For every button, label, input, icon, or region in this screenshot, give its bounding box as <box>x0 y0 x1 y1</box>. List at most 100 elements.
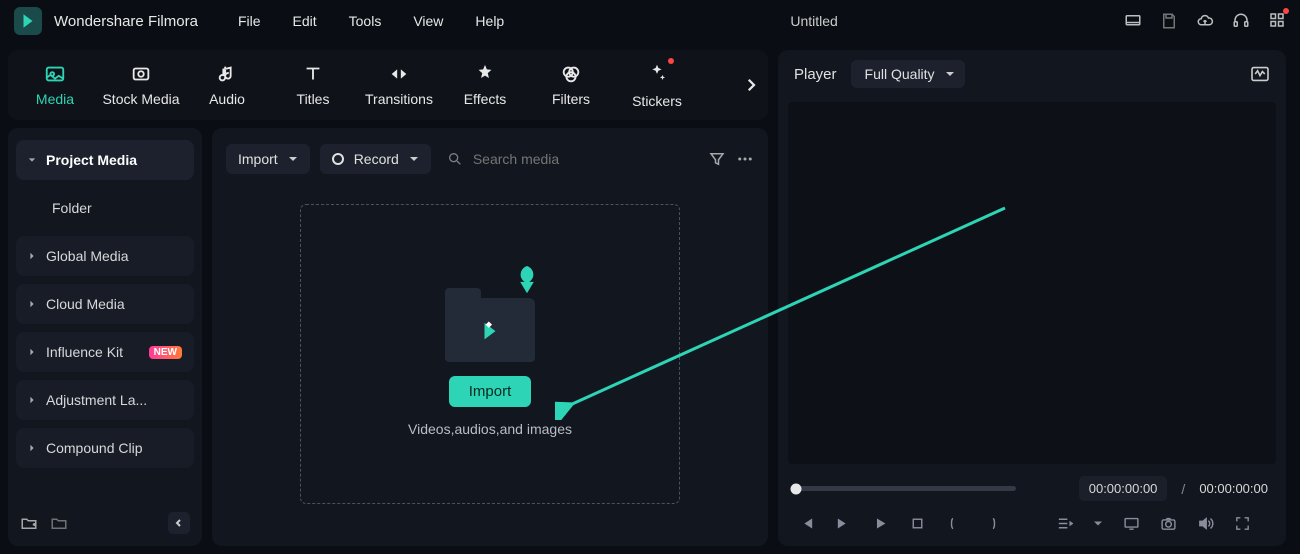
notification-dot <box>668 58 674 64</box>
save-icon[interactable] <box>1160 12 1178 30</box>
tab-titles-label: Titles <box>297 91 330 107</box>
chevron-left-icon <box>174 518 184 528</box>
sidebar-item-label: Global Media <box>46 248 182 264</box>
sidebar: Project Media Folder Global Media Cloud … <box>8 128 202 546</box>
chevron-down-icon <box>288 154 298 164</box>
app-logo <box>14 7 42 35</box>
menu-view[interactable]: View <box>413 13 443 29</box>
tab-stock-label: Stock Media <box>102 91 179 107</box>
snapshot-list-icon[interactable] <box>1056 515 1073 532</box>
media-toolbar: Import Record <box>226 142 754 176</box>
tab-titles[interactable]: Titles <box>270 63 356 107</box>
cloud-icon[interactable] <box>1196 12 1214 30</box>
media-icon <box>44 63 66 85</box>
sidebar-item-label: Compound Clip <box>46 440 182 456</box>
sidebar-item-influence-kit[interactable]: Influence Kit NEW <box>16 332 194 372</box>
stock-media-icon <box>130 63 152 85</box>
volume-icon[interactable] <box>1197 515 1214 532</box>
tab-stickers[interactable]: Stickers <box>614 62 700 109</box>
caret-right-icon <box>28 396 36 404</box>
fullscreen-icon[interactable] <box>1234 515 1251 532</box>
filter-icon[interactable] <box>708 150 726 168</box>
tab-stock-media[interactable]: Stock Media <box>98 63 184 107</box>
record-dropdown[interactable]: Record <box>320 144 431 174</box>
record-label: Record <box>354 151 399 167</box>
record-icon <box>332 153 344 165</box>
filters-icon <box>560 63 582 85</box>
sidebar-item-folder[interactable]: Folder <box>16 188 194 228</box>
dropzone-hint: Videos,audios,and images <box>408 421 572 437</box>
media-panel: Import Record <box>212 128 768 546</box>
more-icon[interactable] <box>736 150 754 168</box>
stickers-icon <box>646 62 668 84</box>
audio-icon <box>216 63 238 85</box>
display-icon[interactable] <box>1123 515 1140 532</box>
tab-effects[interactable]: Effects <box>442 63 528 107</box>
search-icon <box>447 151 463 167</box>
sidebar-item-adjustment-layer[interactable]: Adjustment La... <box>16 380 194 420</box>
tab-filters-label: Filters <box>552 91 590 107</box>
sidebar-item-global-media[interactable]: Global Media <box>16 236 194 276</box>
dropzone-graphic <box>435 272 545 362</box>
display-icon[interactable] <box>1124 12 1142 30</box>
next-frame-icon[interactable] <box>835 515 852 532</box>
tabs-more-icon[interactable] <box>742 76 760 94</box>
sidebar-item-compound-clip[interactable]: Compound Clip <box>16 428 194 468</box>
import-dropdown[interactable]: Import <box>226 144 310 174</box>
import-dropzone[interactable]: Import Videos,audios,and images <box>300 204 680 504</box>
tab-strip: Media Stock Media Audio Titles Transitio… <box>8 50 768 120</box>
timecode-total: 00:00:00:00 <box>1199 481 1268 496</box>
menu-bar: File Edit Tools View Help <box>238 13 504 29</box>
notification-dot <box>1283 8 1289 14</box>
scrub-track[interactable] <box>796 486 1016 491</box>
player-controls <box>778 509 1286 546</box>
mark-in-icon[interactable] <box>946 515 963 532</box>
menu-tools[interactable]: Tools <box>349 13 382 29</box>
chevron-down-icon[interactable] <box>1093 515 1103 532</box>
menu-help[interactable]: Help <box>475 13 504 29</box>
document-title: Untitled <box>504 13 1124 29</box>
caret-right-icon <box>28 444 36 452</box>
quality-dropdown[interactable]: Full Quality <box>851 60 965 88</box>
tab-audio[interactable]: Audio <box>184 63 270 107</box>
sidebar-item-label: Influence Kit <box>46 344 139 360</box>
support-icon[interactable] <box>1232 12 1250 30</box>
caret-right-icon <box>28 252 36 260</box>
scrub-thumb[interactable] <box>791 483 802 494</box>
collapse-sidebar-button[interactable] <box>168 512 190 534</box>
tab-effects-label: Effects <box>464 91 507 107</box>
sidebar-item-label: Folder <box>52 200 182 216</box>
import-button[interactable]: Import <box>449 376 532 407</box>
sidebar-item-label: Cloud Media <box>46 296 182 312</box>
search-input[interactable] <box>473 151 633 167</box>
camera-icon[interactable] <box>1160 515 1177 532</box>
download-arrow-icon <box>513 266 541 300</box>
caret-right-icon <box>28 300 36 308</box>
tab-filters[interactable]: Filters <box>528 63 614 107</box>
menu-edit[interactable]: Edit <box>293 13 317 29</box>
player-panel: Player Full Quality 00:00:00:00 / 00:00:… <box>778 50 1286 546</box>
app-title: Wondershare Filmora <box>54 13 198 30</box>
tab-audio-label: Audio <box>209 91 245 107</box>
caret-down-icon <box>28 156 36 164</box>
prev-frame-icon[interactable] <box>798 515 815 532</box>
folder-icon[interactable] <box>50 514 68 532</box>
mark-out-icon[interactable] <box>983 515 1000 532</box>
tab-transitions[interactable]: Transitions <box>356 63 442 107</box>
sidebar-item-cloud-media[interactable]: Cloud Media <box>16 284 194 324</box>
tab-stickers-label: Stickers <box>632 93 682 109</box>
sidebar-item-label: Adjustment La... <box>46 392 182 408</box>
player-header: Player Full Quality <box>778 50 1286 98</box>
sidebar-item-project-media[interactable]: Project Media <box>16 140 194 180</box>
player-scrubber: 00:00:00:00 / 00:00:00:00 <box>778 468 1286 509</box>
tab-media[interactable]: Media <box>12 63 98 107</box>
menu-file[interactable]: File <box>238 13 261 29</box>
player-title: Player <box>794 66 837 83</box>
effects-icon <box>474 63 496 85</box>
stop-icon[interactable] <box>909 515 926 532</box>
new-folder-icon[interactable] <box>20 514 38 532</box>
titles-icon <box>302 63 324 85</box>
titlebar: Wondershare Filmora File Edit Tools View… <box>0 0 1300 42</box>
waveform-icon[interactable] <box>1250 66 1270 82</box>
play-icon[interactable] <box>872 515 889 532</box>
